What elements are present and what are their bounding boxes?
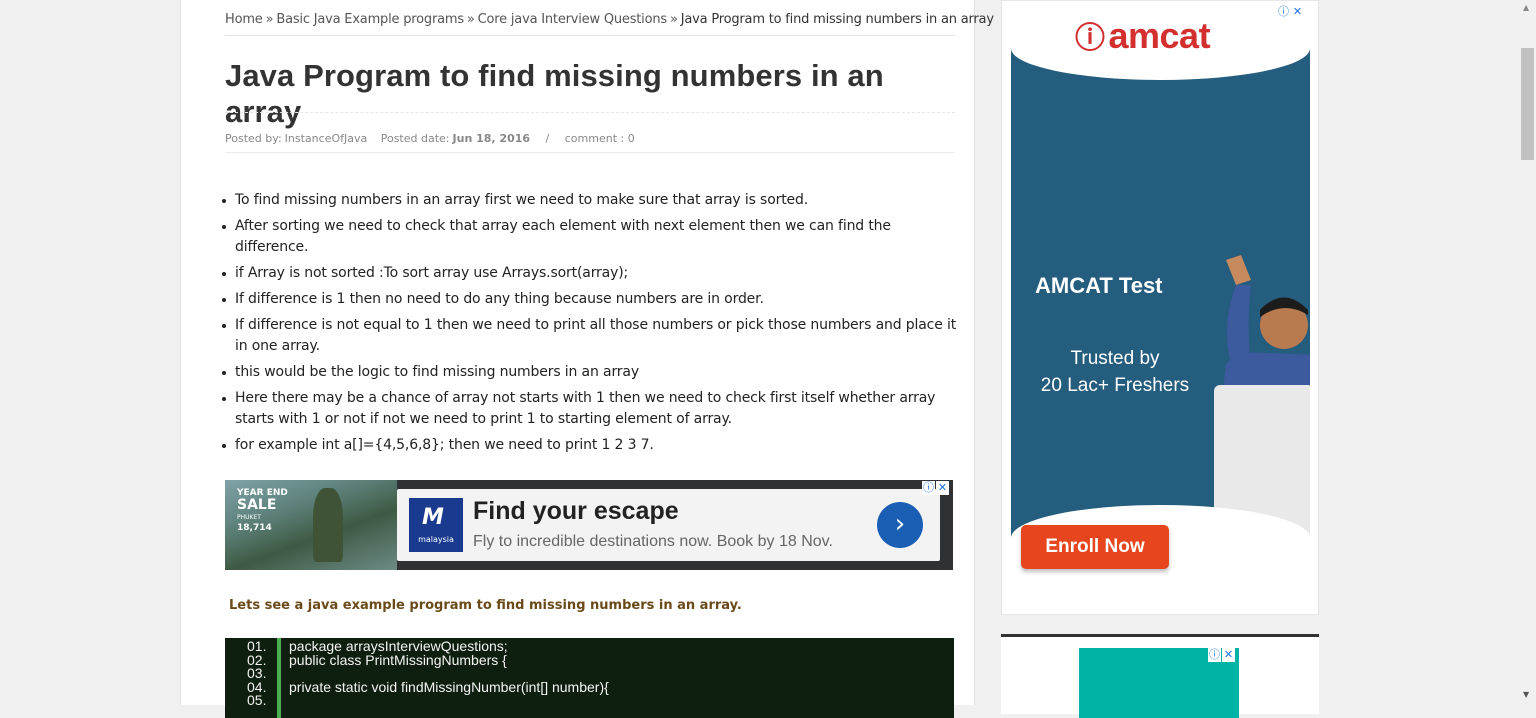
ad-trusted-line: Trusted by [1070,348,1160,369]
code-text: public class PrintMissingNumbers { [289,651,507,668]
breadcrumb: Home» Basic Java Example programs» Core ja… [225,12,994,36]
ad-sale-destination: PHUKET [237,514,261,521]
code-text: private static void findMissingNumber(in… [289,678,609,695]
amcat-logo: ⓘ amcat [1075,13,1211,57]
ad-sale-price: 18,714 [237,523,272,533]
ad-test-title: AMCAT Test [1035,273,1163,298]
list-item: If difference is 1 then no need to do an… [217,289,957,310]
breadcrumb-separator: » [669,12,678,27]
ad-rock-image [313,488,343,562]
list-item: If difference is not equal to 1 then we … [217,315,957,357]
meta-author: Posted by: InstanceOfJava [225,132,367,145]
ad-info-icon[interactable]: ⓘ [922,481,935,495]
ad-info-icon[interactable]: ⓘ [1208,648,1221,662]
list-item: if Array is not sorted :To sort array us… [217,263,957,284]
breadcrumb-current: Java Program to find missing numbers in … [680,12,994,27]
line-number: 05. [247,692,267,708]
enroll-now-button[interactable]: Enroll Now [1021,525,1169,569]
ad-headline[interactable]: Find your escape [473,497,679,526]
post-title[interactable]: Java Program to find missing numbers in … [225,58,955,130]
sidebar-widget [1001,634,1319,718]
malaysia-airlines-logo: M malaysia [409,498,463,552]
list-item: for example int a[]={4,5,6,8}; then we n… [217,435,957,456]
posted-date-label: Posted date: [380,132,450,145]
meta-divider-line [225,152,955,153]
posted-by-label: Posted by: [225,132,282,145]
ad-photo: YEAR END SALE PHUKET 18,714 [225,480,397,570]
ad-sale-word: SALE [237,497,277,513]
bullet-list: To find missing numbers in an array firs… [217,190,957,461]
meta-divider: / [545,132,550,145]
ad-close-icon[interactable]: ✕ [936,481,949,495]
breadcrumb-core-java-link[interactable]: Core java Interview Questions [478,12,667,27]
meta-date: Posted date: Jun 18, 2016 [381,132,530,145]
ad-logo-text: malaysia [418,535,454,544]
post-meta: Posted by: InstanceOfJava Posted date: Jun… [225,132,645,145]
scroll-up-icon[interactable]: ▲ [1523,3,1529,12]
ad-trusted-line: 20 Lac+ Freshers [1040,375,1190,396]
banner-ad-controls: ⓘ ✕ [922,481,950,497]
amcat-ad[interactable]: ⓘ amcat AMCAT Test Trusted by 20 Lac+ Fre… [1011,5,1310,602]
post-date: Jun 18, 2016 [452,132,531,145]
ad-subline: Fly to incredible destinations now. Book… [473,533,833,550]
ad-close-icon[interactable]: ✕ [1222,648,1235,662]
code-line: 02. public class PrintMissingNumbers { [225,651,954,668]
list-item: Here there may be a chance of array not … [217,388,957,430]
breadcrumb-basic-java-link[interactable]: Basic Java Example programs [276,12,464,27]
list-item: To find missing numbers in an array firs… [217,190,957,211]
code-block: 01. package arraysInterviewQuestions; 02.… [225,638,954,718]
code-line: 05. [225,692,954,708]
code-line: 04. private static void findMissingNumber… [225,678,954,695]
small-ad-controls: ⓘ ✕ [1208,648,1236,664]
airline-mark-icon: M [422,505,444,530]
sidebar-ad-controls: ⓘ ✕ [1277,5,1305,21]
title-divider [225,112,955,113]
amcat-brand-text: amcat [1108,15,1211,56]
sidebar-ad[interactable]: ⓘ amcat AMCAT Test Trusted by 20 Lac+ Fre… [1001,0,1319,615]
amcat-bulb-icon: ⓘ [1075,22,1105,55]
banner-ad[interactable]: YEAR END SALE PHUKET 18,714 M malaysia F… [225,480,953,570]
ad-trusted-text: Trusted by 20 Lac+ Freshers [1021,345,1209,399]
code-intro-text: Lets see a java example program to find … [229,598,742,613]
breadcrumb-separator: » [466,12,475,27]
ad-sale-text: YEAR END SALE PHUKET 18,714 [237,488,288,533]
ad-go-arrow-icon[interactable]: › [877,502,923,548]
list-item: this would be the logic to find missing … [217,362,957,383]
list-item: After sorting we need to check that arra… [217,216,957,258]
scroll-down-icon[interactable]: ▼ [1523,690,1529,699]
ad-close-icon[interactable]: ✕ [1291,5,1304,19]
scrollbar-thumb[interactable] [1521,48,1534,160]
page-scrollbar[interactable]: ▲ ▼ [1519,0,1536,705]
author-link[interactable]: InstanceOfJava [285,132,368,145]
breadcrumb-home-link[interactable]: Home [225,12,263,27]
ad-card[interactable]: M malaysia Find your escape Fly to incre… [397,489,940,561]
breadcrumb-separator: » [265,12,274,27]
comment-count-link[interactable]: comment : 0 [565,132,635,145]
ad-info-icon[interactable]: ⓘ [1277,5,1290,19]
